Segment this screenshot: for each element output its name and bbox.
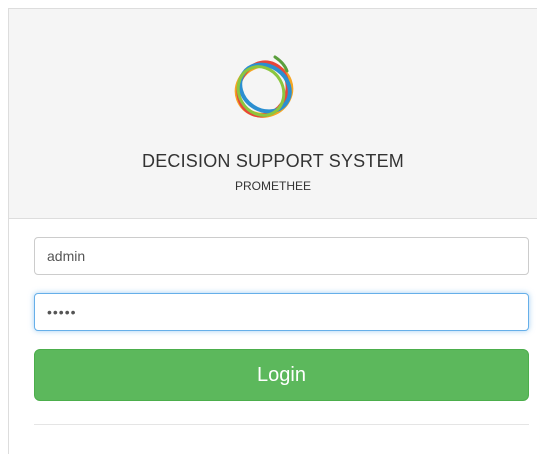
login-panel: DECISION SUPPORT SYSTEM PROMETHEE Login [8, 8, 537, 454]
username-input[interactable] [34, 237, 529, 275]
app-title: DECISION SUPPORT SYSTEM [142, 151, 404, 171]
login-button[interactable]: Login [34, 349, 529, 401]
swirl-ring-logo-icon [234, 55, 294, 118]
divider [34, 424, 529, 425]
password-input[interactable] [34, 293, 529, 331]
app-subtitle: PROMETHEE [234, 179, 311, 193]
panel-heading: DECISION SUPPORT SYSTEM PROMETHEE [9, 9, 537, 219]
